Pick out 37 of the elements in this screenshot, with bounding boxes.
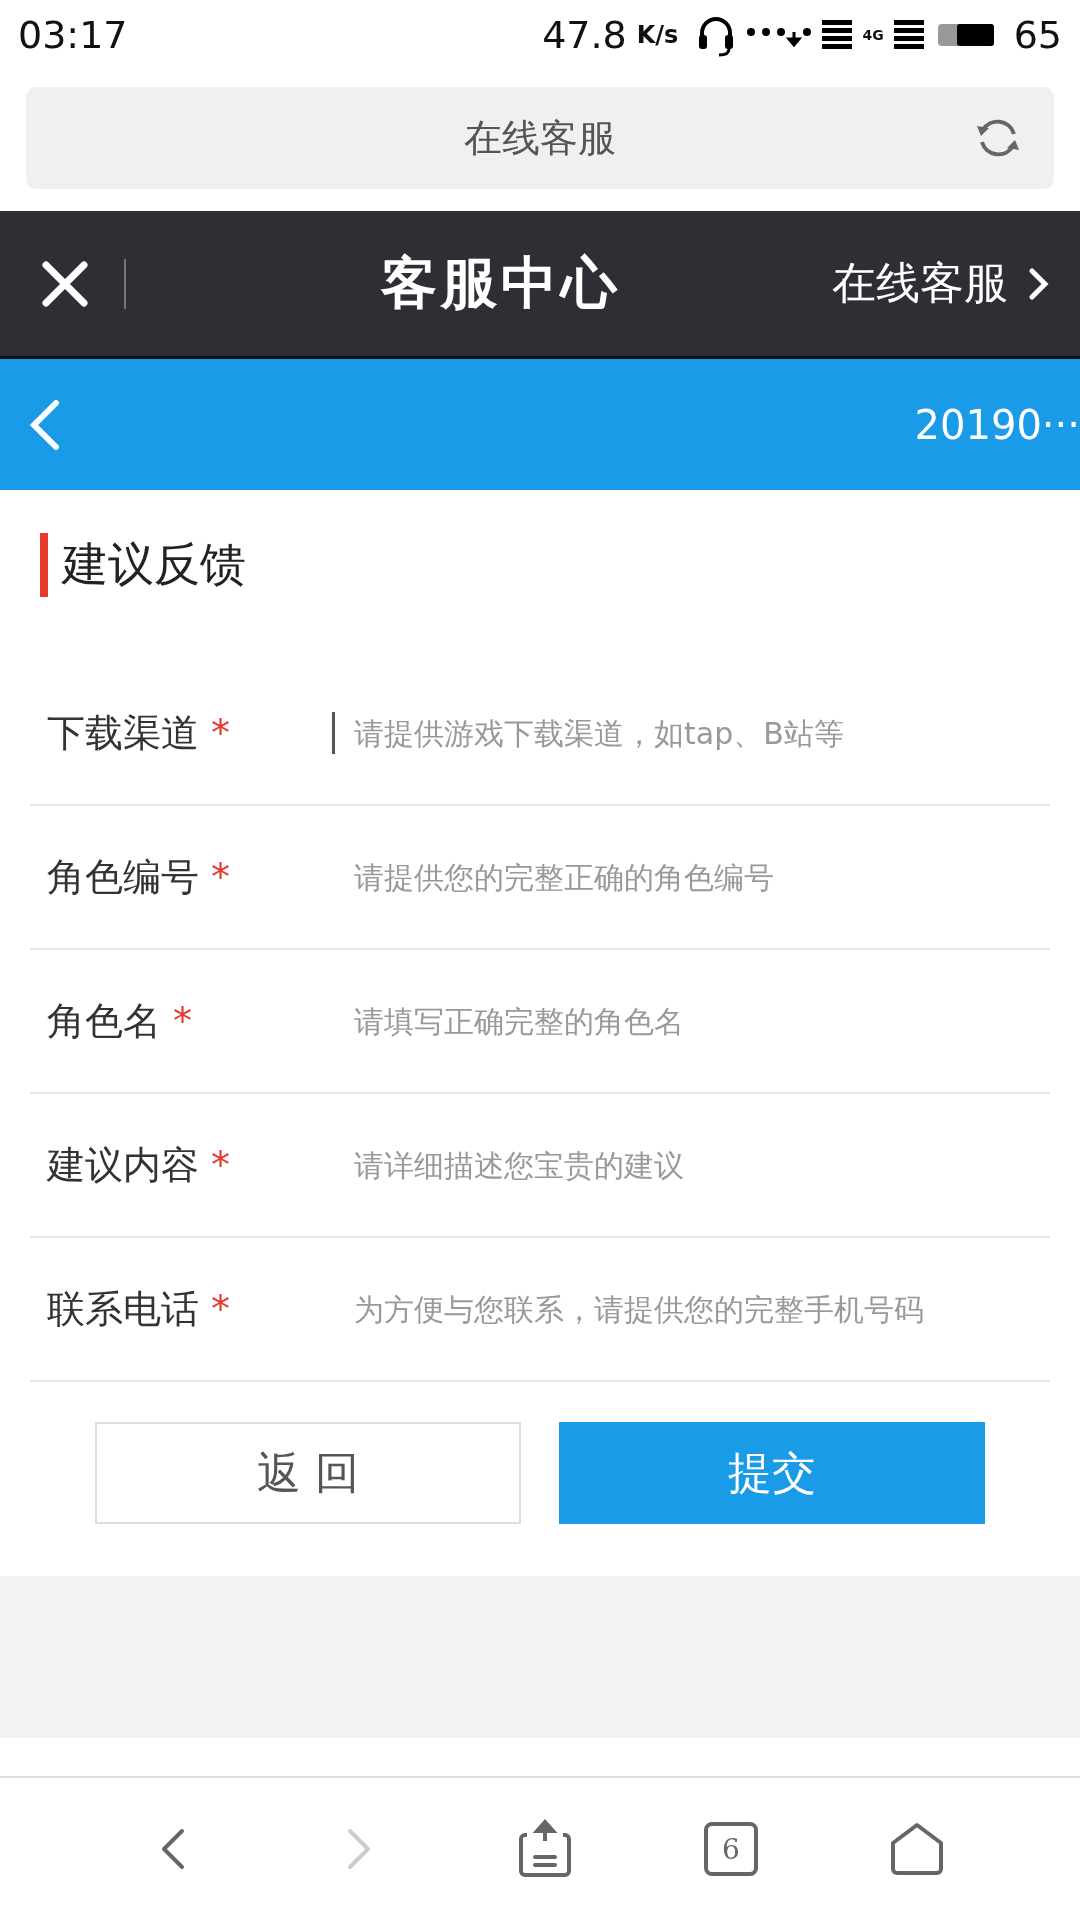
field-label: 角色编号 [47,853,199,901]
home-icon[interactable] [889,1821,945,1877]
tabs-button[interactable]: 6 [704,1822,758,1876]
page-title: 在线客服 [464,114,616,162]
field-label: 角色名 [47,997,161,1045]
field-label: 联系电话 [47,1285,199,1333]
input-field[interactable]: 请详细描述您宝贵的建议 [334,1135,1050,1195]
battery-icon [937,24,994,46]
network-speed: 47.8 [542,13,627,57]
required-mark: * [173,999,192,1043]
network-type: 4G [862,27,884,43]
online-service-link[interactable]: 在线客服 [832,254,1050,313]
input-field[interactable]: 为方便与您联系，请提供您的完整手机号码 [334,1279,1050,1339]
required-mark: * [211,711,230,755]
field-label: 下载渠道 [47,709,199,757]
input-field[interactable]: 请提供游戏下载渠道，如tap、B站等 [334,703,1050,763]
input-field[interactable]: 请填写正确完整的角色名 [334,991,1050,1051]
header-title: 客服中心 [381,248,621,317]
signal-icon [893,18,924,52]
signal-icon [822,18,853,52]
share-icon[interactable] [517,1819,573,1879]
close-icon[interactable] [40,258,90,309]
chevron-right-icon [1028,266,1050,301]
address-bar[interactable]: 在线客服 [26,87,1054,189]
input-field[interactable]: 请提供您的完整正确的角色编号 [334,847,1050,907]
accent-bar [40,533,48,597]
clock: 03:17 [18,13,128,57]
required-mark: * [211,1143,230,1187]
back-icon[interactable] [28,398,62,451]
required-mark: * [211,855,230,899]
field-label: 建议内容 [47,1141,199,1189]
battery-level: 65 [1013,13,1062,57]
required-mark: * [211,1287,230,1331]
order-number: 20190··· [914,401,1080,448]
speed-unit: K/s [636,21,679,49]
return-button[interactable]: 返 回 [95,1422,521,1524]
section-title: 建议反馈 [62,536,246,593]
